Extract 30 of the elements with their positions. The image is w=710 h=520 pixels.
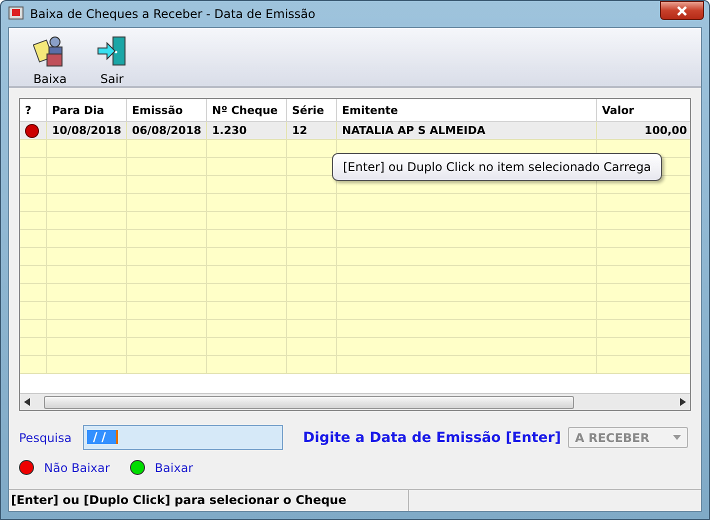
window-title: Baixa de Cheques a Receber - Data de Emissão [30,7,316,21]
table-row[interactable]: 10/08/2018 06/08/2018 1.230 12 NATALIA AP S ALMEIDA 100,00 [20,122,690,140]
toolbar-button[interactable]: Baixa [29,34,71,86]
tooltip: [Enter] ou Duplo Click no item selecionado Carrega [332,153,662,181]
table-cell: NATALIA AP S ALMEIDA [337,122,597,139]
table-cell: 10/08/2018 [47,122,127,139]
scroll-left-icon[interactable] [24,398,30,406]
column-header[interactable]: Emissão [127,99,207,121]
search-label: Pesquisa [19,430,73,444]
table-cell: 06/08/2018 [127,122,207,139]
horizontal-scrollbar[interactable] [20,393,690,410]
column-header[interactable]: Série [287,99,337,121]
column-header[interactable]: Nº Cheque [207,99,287,121]
table-cell: 12 [287,122,337,139]
column-header[interactable]: ? [20,99,47,121]
hint-text: Digite a Data de Emissão [Enter] [303,430,562,446]
table-cell: 100,00 [597,122,690,139]
legend-label: Não Baixar [44,460,110,474]
legend-label: Baixar [154,460,194,474]
app-icon [8,6,24,22]
status-text: [Enter] ou [Duplo Click] para selecionar o Cheque [9,490,409,511]
close-button[interactable] [660,1,704,20]
close-icon [677,6,687,16]
table-cell: 1.230 [207,122,287,139]
dropdown-arrow-icon [673,435,681,440]
toolbar-button[interactable]: Sair [91,34,133,86]
column-header[interactable]: Valor [597,99,690,121]
scroll-right-icon[interactable] [680,398,686,406]
column-header[interactable]: Para Dia [47,99,127,121]
column-header[interactable]: Emitente [337,99,597,121]
